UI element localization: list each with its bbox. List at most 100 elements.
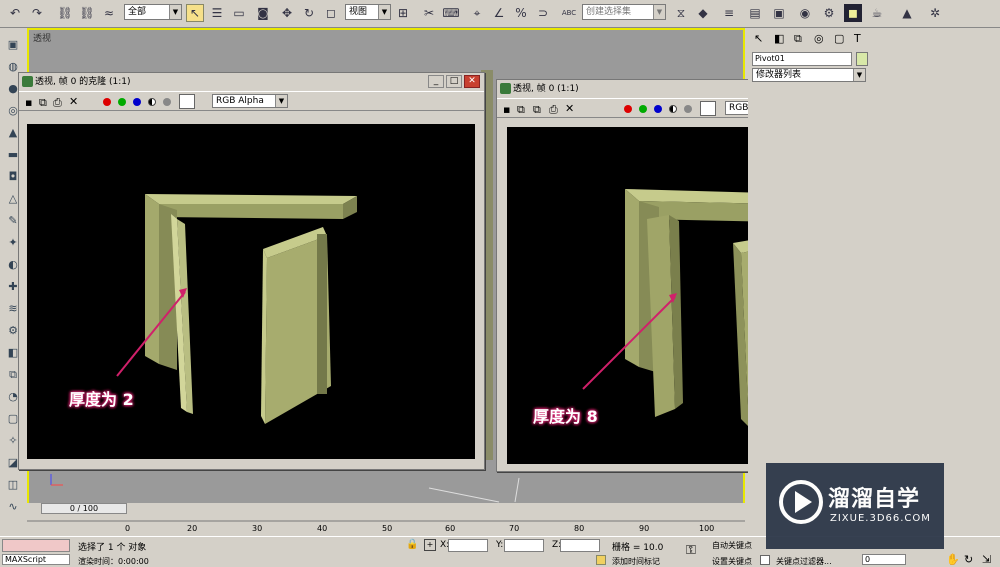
render-frame-icon[interactable]: ◼	[844, 4, 862, 22]
lock-icon[interactable]: 🔒	[406, 539, 418, 550]
schematic-view-icon[interactable]: ▣	[770, 4, 788, 22]
spinner-snap-icon[interactable]: ⊃	[534, 4, 552, 22]
modify-tab-icon[interactable]: ◧	[774, 32, 784, 45]
create-box-icon[interactable]: ▣	[4, 36, 22, 54]
timeline-tick: 90	[639, 524, 650, 533]
reactor-cloth-icon[interactable]: ◫	[4, 476, 22, 494]
save-icon[interactable]: ▪	[503, 103, 510, 116]
auto-key-button[interactable]: 自动关键点	[712, 540, 752, 551]
maxscript-field[interactable]: MAXScript	[2, 554, 70, 565]
green-channel-icon[interactable]	[639, 105, 647, 113]
quick-render-icon[interactable]: ☕	[868, 4, 886, 22]
minimize-icon[interactable]: _	[428, 75, 444, 88]
coord-system-select[interactable]: 视图 ▼	[345, 4, 391, 20]
render-setup-icon[interactable]: ⚙	[820, 4, 838, 22]
zoom-icon[interactable]: ✋	[946, 553, 960, 566]
link-icon[interactable]: ⛓	[56, 4, 74, 22]
hierarchy-tab-icon[interactable]: ⧉	[794, 32, 802, 46]
unlink-icon[interactable]: ⛓	[78, 4, 96, 22]
selection-filter-select[interactable]: 全部 ▼	[124, 4, 182, 20]
modifier-list-value: 修改器列表	[756, 70, 802, 80]
print-icon[interactable]: ⎙	[53, 96, 62, 110]
cascade-icon[interactable]: ⧉	[533, 103, 541, 117]
bind-spacewarp-icon[interactable]: ≈	[100, 4, 118, 22]
keyboard-shortcut-icon[interactable]: ⌨	[442, 4, 460, 22]
timeline-tick: 30	[252, 524, 263, 533]
motion-tab-icon[interactable]: ◎	[814, 32, 824, 45]
rect-selection-icon[interactable]: ▭	[230, 4, 248, 22]
save-icon[interactable]: ▪	[25, 96, 32, 109]
render-window-icon	[500, 83, 511, 94]
current-frame-field[interactable]: 0	[862, 554, 906, 565]
redo-icon[interactable]: ↷	[28, 4, 46, 22]
maximize-viewport-icon[interactable]: ⇲	[982, 553, 991, 566]
z-coordinate-field[interactable]	[560, 539, 600, 552]
reactor-icon[interactable]: ▲	[898, 4, 916, 22]
blue-channel-icon[interactable]	[133, 98, 141, 106]
curve-editor-icon[interactable]: ▤	[746, 4, 764, 22]
angle-snap-icon[interactable]: ∠	[490, 4, 508, 22]
utility-icon[interactable]: ✲	[926, 4, 944, 22]
named-selection-select[interactable]: 创建选择集 ▼	[582, 4, 666, 20]
color-swatch[interactable]	[700, 101, 716, 116]
mono-icon[interactable]	[163, 98, 171, 106]
channel-select[interactable]: RGB Alpha ▼	[212, 94, 288, 108]
clone-icon[interactable]: ⧉	[39, 96, 47, 110]
selection-filter-value: 全部	[128, 7, 147, 17]
selection-status: 选择了 1 个 对象	[78, 543, 147, 553]
object-name-field[interactable]: Pivot01	[752, 52, 852, 66]
alpha-channel-icon[interactable]	[669, 105, 677, 113]
create-tab-icon[interactable]: ↖	[754, 32, 763, 45]
select-by-name-icon[interactable]: ☰	[208, 4, 226, 22]
utilities-tab-icon[interactable]: T	[854, 32, 861, 45]
set-key-button[interactable]: 设置关键点	[712, 556, 752, 567]
window-crossing-icon[interactable]: ◙	[254, 4, 272, 22]
material-editor-icon[interactable]: ◉	[796, 4, 814, 22]
undo-icon[interactable]: ↶	[6, 4, 24, 22]
add-time-tag-button[interactable]: 添加时间标记	[612, 556, 660, 567]
red-channel-icon[interactable]	[624, 105, 632, 113]
current-frame-value: 0	[865, 555, 871, 564]
mono-icon[interactable]	[684, 105, 692, 113]
print-icon[interactable]: ⎙	[549, 103, 558, 117]
clone-render-window[interactable]: 透视, 帧 0 的克隆 (1:1) _ □ ✕ ▪ ⧉ ⎙ ✕ RGB Alpha ▼…	[18, 72, 485, 470]
time-slider[interactable]: 0 / 100	[41, 503, 127, 514]
maximize-icon[interactable]: □	[446, 75, 462, 88]
key-filters-button[interactable]: 关键点过滤器...	[776, 556, 832, 567]
rotate-icon[interactable]: ↻	[300, 4, 318, 22]
alpha-channel-icon[interactable]	[148, 98, 156, 106]
edit-named-selection-icon[interactable]: ABC	[560, 4, 578, 22]
green-channel-icon[interactable]	[118, 98, 126, 106]
close-icon[interactable]: ✕	[464, 75, 480, 88]
clear-icon[interactable]: ✕	[69, 95, 78, 108]
select-manipulate-icon[interactable]: ✂	[420, 4, 438, 22]
absolute-mode-icon[interactable]: +	[424, 539, 436, 551]
clone-icon[interactable]: ⧉	[517, 103, 525, 117]
red-channel-icon[interactable]	[103, 98, 111, 106]
mirror-icon[interactable]: ⧖	[672, 4, 690, 22]
scale-icon[interactable]: ◻	[322, 4, 340, 22]
x-coordinate-field[interactable]	[448, 539, 488, 552]
color-swatch[interactable]	[179, 94, 195, 109]
maxscript-mini-listener[interactable]	[2, 539, 70, 552]
layer-manager-icon[interactable]: ≡	[720, 4, 738, 22]
pivot-center-icon[interactable]: ⊞	[394, 4, 412, 22]
window-title-bar[interactable]: 透视, 帧 0 的克隆 (1:1) _ □ ✕	[19, 73, 484, 91]
move-icon[interactable]: ✥	[278, 4, 296, 22]
key-icon[interactable]: ⚿	[686, 543, 696, 558]
maxscript-label: MAXScript	[5, 555, 47, 564]
display-tab-icon[interactable]: ▢	[834, 32, 844, 45]
reactor-rope-icon[interactable]: ∿	[4, 498, 22, 516]
watermark-url: ZIXUE.3D66.COM	[830, 513, 931, 524]
object-color-swatch[interactable]	[856, 52, 868, 66]
snap-3d-icon[interactable]: ⌖	[468, 4, 486, 22]
clear-icon[interactable]: ✕	[565, 102, 574, 115]
percent-snap-icon[interactable]: %	[512, 4, 530, 22]
orbit-icon[interactable]: ↻	[964, 553, 973, 566]
modifier-list-select[interactable]: 修改器列表 ▼	[752, 68, 866, 82]
select-object-icon[interactable]: ↖	[186, 4, 204, 22]
align-icon[interactable]: ◆	[694, 4, 712, 22]
y-coordinate-field[interactable]	[504, 539, 544, 552]
blue-channel-icon[interactable]	[654, 105, 662, 113]
timeline-tick: 70	[509, 524, 520, 533]
